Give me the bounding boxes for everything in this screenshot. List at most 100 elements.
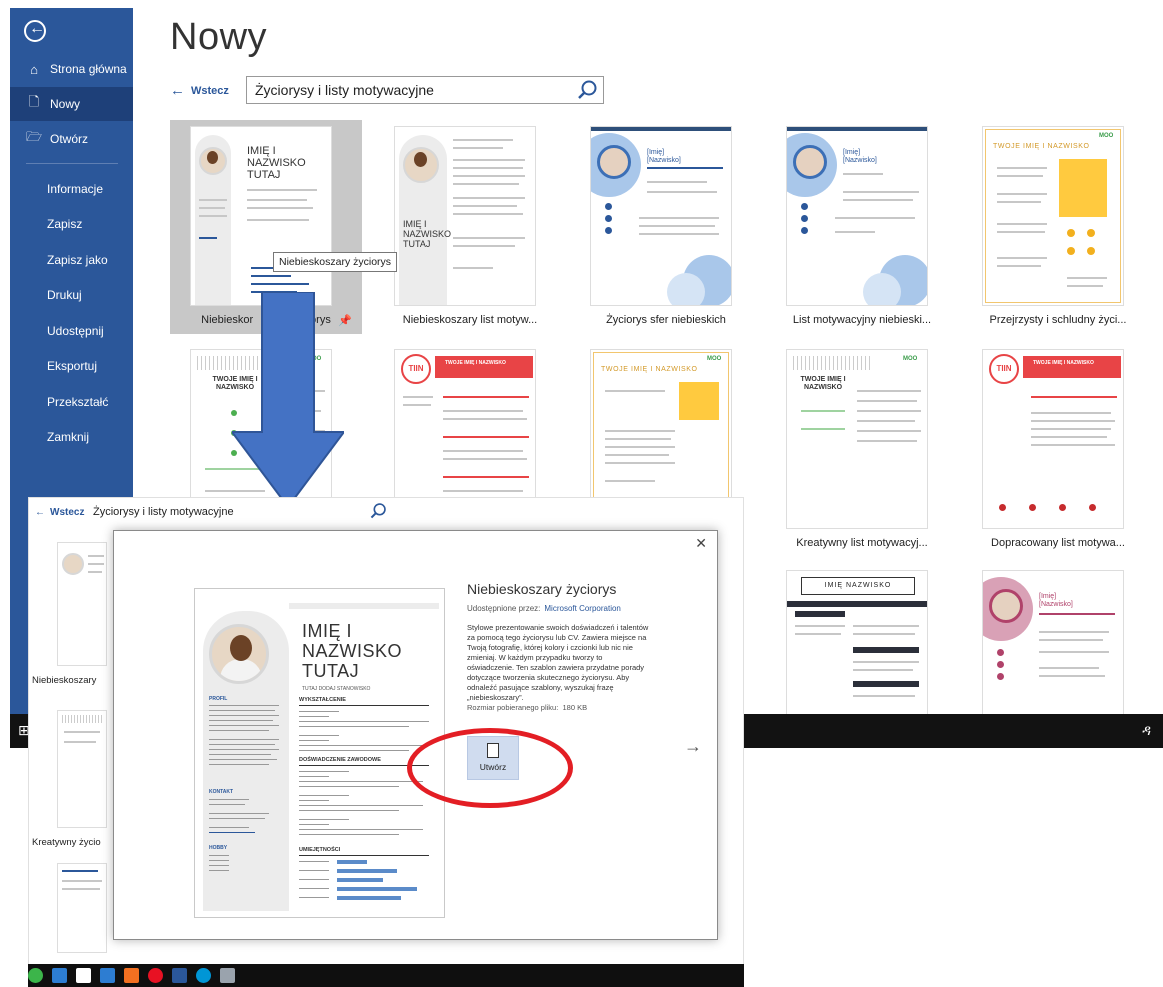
preview-section-heading: DOŚWIADCZENIE ZAWODOWE	[299, 757, 381, 763]
thumb-text-line	[795, 625, 845, 627]
thumb-name-line: NAZWISKO	[247, 157, 306, 169]
thumb-text-line	[1031, 420, 1115, 422]
template-search-input[interactable]: Życiorysy i listy motywacyjne	[246, 76, 604, 104]
thumb-skill-bar	[251, 283, 309, 285]
thumb-bullet	[605, 203, 612, 210]
sidebar-item-info[interactable]: Informacje	[10, 172, 133, 206]
word-icon[interactable]	[172, 968, 187, 983]
thumb-title: TWOJE IMIĘ I NAZWISKO	[1033, 360, 1094, 366]
preview-text-line	[299, 781, 423, 782]
thumb-text-line	[997, 167, 1047, 169]
thumb-text-line	[853, 669, 913, 671]
thumb-photo	[62, 553, 84, 575]
sidebar-item-save[interactable]: Zapisz	[10, 207, 133, 241]
thumb-text-line	[843, 173, 883, 175]
thumb-rule	[1039, 613, 1115, 615]
sidebar-item-home[interactable]: ⌂ Strona główna	[10, 52, 133, 86]
thumb-text-line	[605, 390, 665, 392]
size-value: 180 KB	[562, 703, 588, 712]
size-label: Rozmiar pobieranego pliku:	[467, 703, 559, 712]
sidebar-item-save-as[interactable]: Zapisz jako	[10, 243, 133, 277]
thumb-name: [Imię] [Nazwisko]	[1039, 593, 1073, 609]
sidebar-item-label: Zamknij	[47, 430, 90, 444]
overlay-template-thumbnail[interactable]	[57, 710, 107, 828]
file-explorer-icon[interactable]	[52, 968, 67, 983]
preview-text-line	[209, 860, 229, 861]
preview-text-line	[299, 897, 329, 898]
search-icon[interactable]	[576, 79, 598, 101]
close-icon[interactable]: ✕	[695, 535, 707, 552]
sidebar-item-new[interactable]: 🗋 Nowy	[10, 87, 133, 121]
preview-text-line	[209, 813, 269, 814]
thumb-text-line	[453, 167, 523, 169]
sidebar-item-transform[interactable]: Przekształć	[10, 385, 133, 419]
thumb-yellow-block	[1059, 159, 1107, 217]
thumb-text-line	[403, 404, 431, 406]
thumb-dark-bar	[787, 601, 927, 607]
thumb-text-line	[453, 197, 525, 199]
sidebar-item-close[interactable]: Zamknij	[10, 420, 133, 454]
overlay-template-thumbnail[interactable]	[57, 542, 107, 666]
thumb-text-line	[453, 139, 513, 141]
overlay-search-input[interactable]: Życiorysy i listy motywacyjne	[89, 502, 386, 524]
people-icon[interactable]: ዳ	[1142, 722, 1151, 739]
overlay-back-link[interactable]: ← Wstecz	[35, 507, 84, 518]
thumb-dot	[1059, 504, 1066, 511]
thumb-text-line	[853, 695, 915, 697]
preview-skill-bar	[337, 869, 397, 873]
browser-icon[interactable]	[148, 968, 163, 983]
thumb-text-line	[1031, 412, 1111, 414]
search-icon[interactable]	[369, 502, 387, 520]
thumb-bullet	[801, 227, 808, 234]
mail-icon[interactable]	[100, 968, 115, 983]
back-button[interactable]: ←	[24, 20, 46, 42]
moo-logo: MOO	[903, 356, 918, 362]
preview-skill-bar	[337, 878, 383, 882]
preview-text-line	[209, 754, 271, 755]
preview-text-line	[299, 810, 399, 811]
thumb-text-line	[88, 555, 104, 557]
thumb-text-line	[997, 223, 1047, 225]
thumb-text-line	[605, 462, 675, 464]
pen-icon[interactable]	[220, 968, 235, 983]
hp-icon[interactable]	[196, 968, 211, 983]
sidebar-item-share[interactable]: Udostępnij	[10, 314, 133, 348]
home-icon: ⌂	[30, 61, 38, 77]
thumb-text-line	[88, 563, 104, 565]
office-icon[interactable]	[124, 968, 139, 983]
sidebar-item-label: Nowy	[50, 97, 81, 111]
sidebar-item-open[interactable]: 🗁 Otwórz	[10, 122, 133, 156]
thumb-text-line	[443, 490, 523, 492]
thumb-text-line	[639, 233, 719, 235]
search-value: Życiorysy i listy motywacyjne	[93, 506, 234, 518]
thumb-text-line	[1039, 675, 1105, 677]
thumb-dark-bar	[853, 647, 919, 653]
sidebar-item-label: Drukuj	[47, 288, 82, 302]
thumb-photo	[989, 589, 1023, 623]
thumb-name: [Imię] [Nazwisko]	[843, 149, 877, 165]
back-link[interactable]: ← Wstecz	[170, 81, 229, 99]
template-tooltip: Niebieskoszary życiorys	[273, 252, 398, 272]
overlay-template-thumbnail[interactable]	[57, 863, 107, 953]
thumb-pattern	[62, 715, 102, 723]
preview-text-line	[209, 705, 279, 706]
moo-logo: MOO	[707, 356, 722, 362]
preview-text-line	[299, 795, 349, 796]
preview-text-line	[209, 744, 275, 745]
provider-link[interactable]: Microsoft Corporation	[544, 604, 620, 613]
sidebar-item-label: Zapisz jako	[47, 253, 108, 267]
preview-text-line	[209, 832, 255, 833]
next-arrow-icon[interactable]: →	[684, 736, 702, 757]
template-thumbnail: [Imię] [Nazwisko]	[786, 126, 928, 306]
store-icon[interactable]	[76, 968, 91, 983]
thumb-text-line	[853, 625, 919, 627]
thumb-text-line	[453, 175, 525, 177]
sidebar-item-print[interactable]: Drukuj	[10, 278, 133, 312]
sidebar-item-export[interactable]: Eksportuj	[10, 349, 133, 383]
template-thumbnail: TIIN TWOJE IMIĘ I NAZWISKO	[982, 349, 1124, 529]
thumb-name-line: TUTAJ	[247, 169, 281, 181]
app-icon[interactable]	[28, 968, 43, 983]
thumb-heading-line	[199, 237, 217, 239]
preview-text-line	[209, 730, 269, 731]
preview-text-line	[299, 800, 329, 801]
